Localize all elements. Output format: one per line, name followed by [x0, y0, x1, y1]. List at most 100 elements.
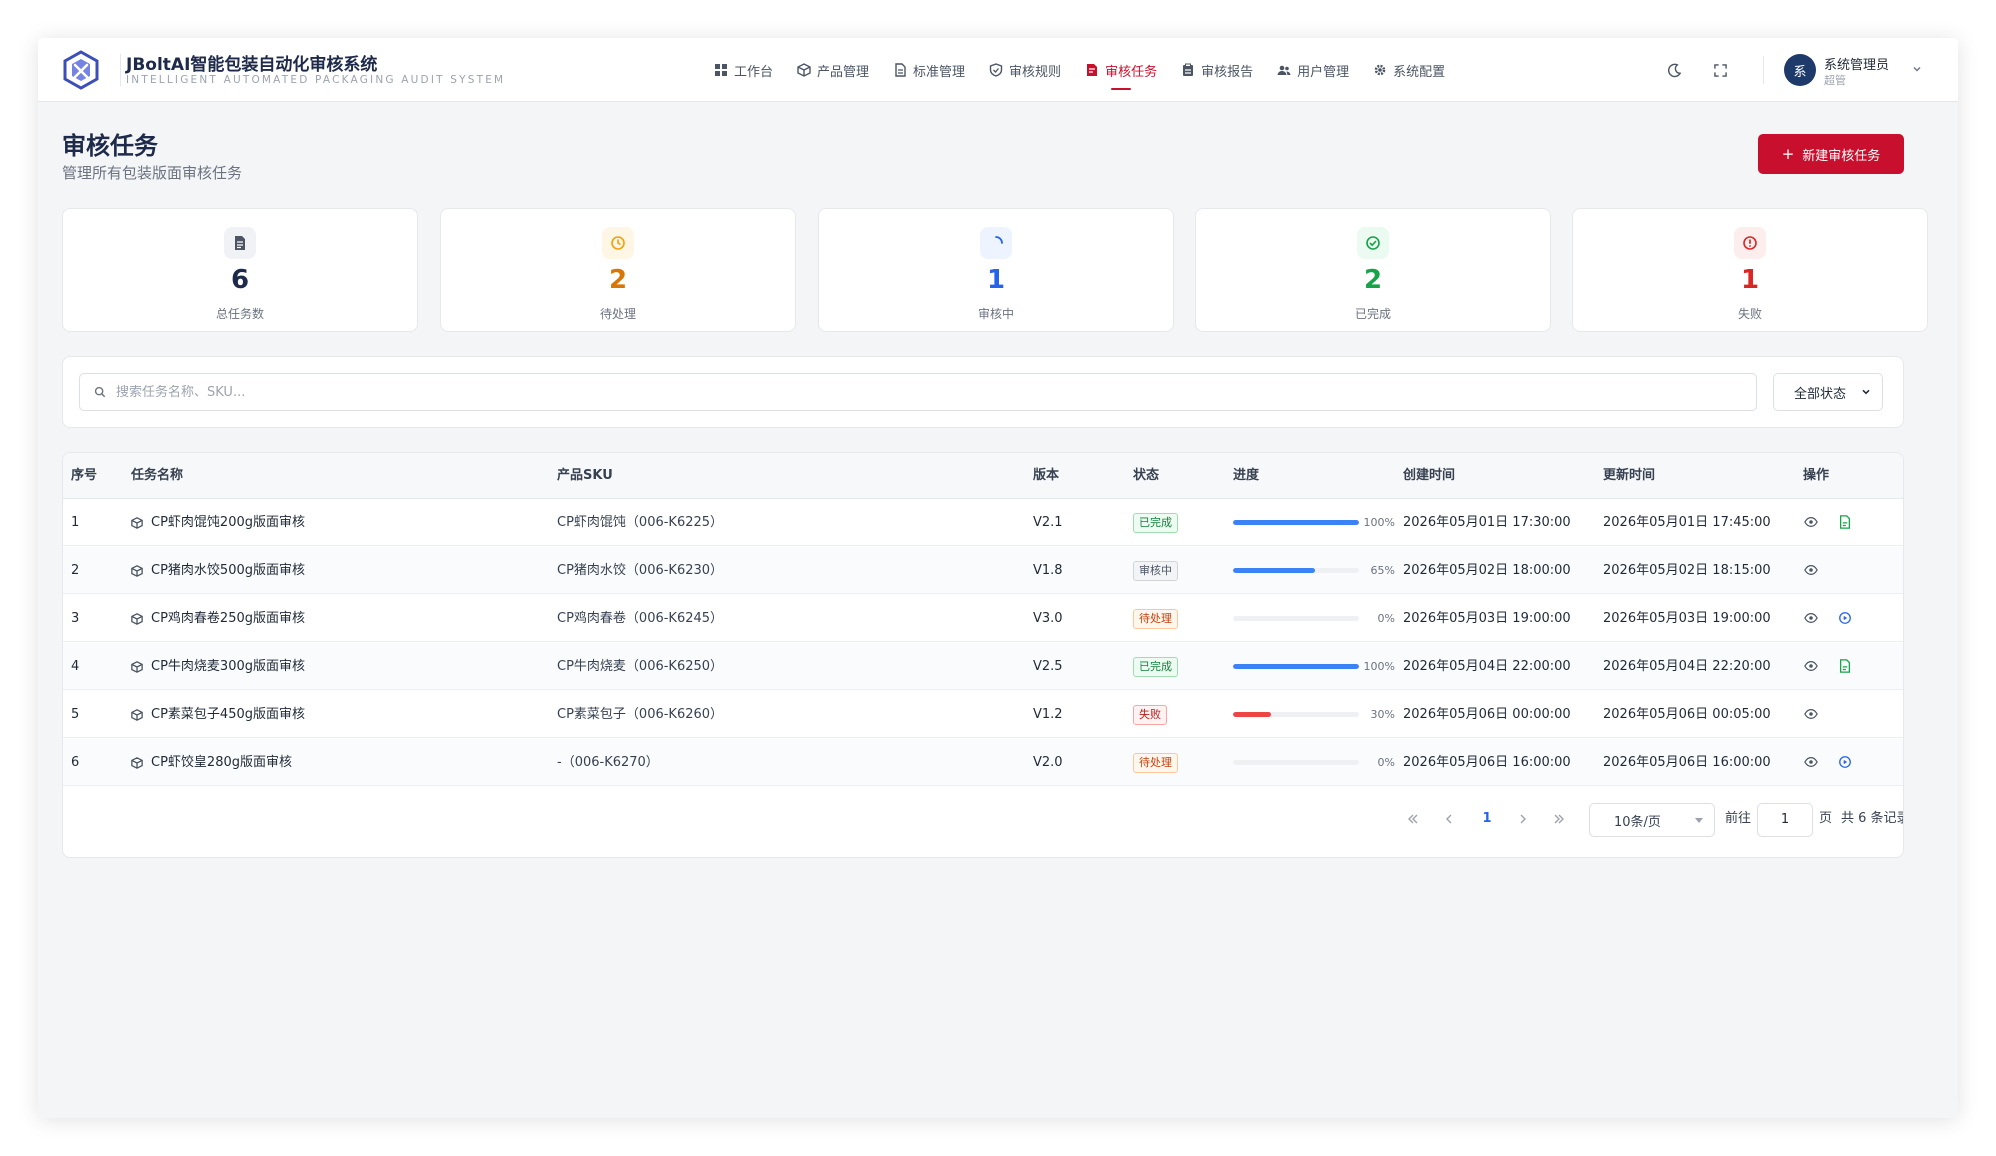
- total-records: 共 6 条记录: [1841, 811, 1904, 826]
- cell-index: 5: [71, 707, 80, 722]
- theme-toggle-button[interactable]: [1662, 58, 1686, 82]
- cell-updated-time: 2026年05月04日 22:20:00: [1603, 659, 1771, 674]
- main-nav: 工作台 产品管理 标准管理 审核规则 审核任务 审核报告 用户管理 系统配置: [702, 38, 1457, 102]
- task-name: CP虾饺皇280g版面审核: [151, 755, 292, 770]
- cell-index: 6: [71, 755, 80, 770]
- cell-task-name[interactable]: CP鸡肉春卷250g版面审核: [131, 595, 305, 642]
- view-button[interactable]: [1803, 754, 1819, 770]
- chevron-left-icon: [1446, 814, 1452, 824]
- search-box[interactable]: [79, 373, 1757, 411]
- document-icon: [895, 63, 906, 77]
- view-button[interactable]: [1803, 562, 1819, 578]
- table-row: 4 CP牛肉烧麦300g版面审核 CP牛肉烧麦（006-K6250） V2.5 已完成 1…: [63, 643, 1903, 690]
- prev-page-button[interactable]: [1437, 801, 1461, 837]
- status-filter-value: 全部状态: [1794, 386, 1847, 402]
- play-circle-icon: [1838, 755, 1852, 769]
- next-page-button[interactable]: [1511, 801, 1535, 837]
- progress-fill: [1233, 664, 1359, 669]
- task-name: CP鸡肉春卷250g版面审核: [151, 611, 305, 626]
- cell-task-name[interactable]: CP虾饺皇280g版面审核: [131, 739, 292, 786]
- cell-updated-time: 2026年05月03日 19:00:00: [1603, 611, 1771, 626]
- table-row: 3 CP鸡肉春卷250g版面审核 CP鸡肉春卷（006-K6245） V3.0 待处理 0…: [63, 595, 1903, 642]
- progress-fill: [1233, 712, 1271, 717]
- stat-label: 已完成: [1354, 307, 1391, 321]
- nav-products[interactable]: 产品管理: [785, 38, 881, 102]
- nav-rules[interactable]: 审核规则: [977, 38, 1073, 102]
- progress-text: 65%: [1370, 564, 1395, 577]
- view-button[interactable]: [1803, 610, 1819, 626]
- page-size-select[interactable]: 10条/页: [1589, 803, 1715, 837]
- eye-icon: [1804, 563, 1818, 577]
- cell-task-name[interactable]: CP牛肉烧麦300g版面审核: [131, 643, 305, 690]
- page-number[interactable]: 1: [1475, 801, 1499, 837]
- nav-reports[interactable]: 审核报告: [1169, 38, 1265, 102]
- cell-task-name[interactable]: CP猪肉水饺500g版面审核: [131, 547, 305, 594]
- view-button[interactable]: [1803, 706, 1819, 722]
- new-task-label: 新建审核任务: [1802, 148, 1881, 164]
- start-audit-button[interactable]: [1837, 754, 1853, 770]
- cell-progress: 100%: [1233, 499, 1395, 546]
- task-name: CP牛肉烧麦300g版面审核: [151, 659, 305, 674]
- nav-settings[interactable]: 系统配置: [1361, 38, 1457, 102]
- fullscreen-icon: [1713, 63, 1727, 77]
- search-input[interactable]: [116, 384, 1716, 400]
- chevron-down-icon[interactable]: [1910, 62, 1924, 76]
- user-name[interactable]: 系统管理员: [1824, 54, 1889, 73]
- box-icon: [131, 660, 143, 673]
- column-header: 产品SKU: [557, 468, 613, 483]
- table-row: 2 CP猪肉水饺500g版面审核 CP猪肉水饺（006-K6230） V1.8 审核中 6…: [63, 547, 1903, 594]
- nav-tasks[interactable]: 审核任务: [1073, 38, 1169, 102]
- last-page-button[interactable]: [1547, 801, 1571, 837]
- page-title: 审核任务: [62, 132, 158, 160]
- report-button[interactable]: [1837, 514, 1853, 530]
- view-button[interactable]: [1803, 658, 1819, 674]
- nav-users[interactable]: 用户管理: [1265, 38, 1361, 102]
- cell-index: 2: [71, 563, 80, 578]
- column-header: 任务名称: [131, 468, 184, 483]
- cell-updated-time: 2026年05月01日 17:45:00: [1603, 515, 1771, 530]
- table-row: 1 CP虾肉馄饨200g版面审核 CP虾肉馄饨（006-K6225） V2.1 已完成 1…: [63, 499, 1903, 546]
- stat-label: 总任务数: [215, 307, 264, 321]
- cell-status: 已完成: [1133, 499, 1178, 546]
- progress-fill: [1233, 568, 1315, 573]
- cell-created-time: 2026年05月06日 00:00:00: [1403, 707, 1571, 722]
- start-audit-button[interactable]: [1837, 610, 1853, 626]
- report-button[interactable]: [1837, 658, 1853, 674]
- eye-icon: [1804, 755, 1818, 769]
- view-button[interactable]: [1803, 514, 1819, 530]
- avatar[interactable]: 系: [1784, 54, 1816, 86]
- chevron-down-icon: [1862, 389, 1870, 395]
- column-header: 创建时间: [1403, 468, 1456, 483]
- fullscreen-button[interactable]: [1708, 58, 1732, 82]
- goto-page-input[interactable]: 1: [1757, 803, 1813, 837]
- nav-standards[interactable]: 标准管理: [881, 38, 977, 102]
- first-page-button[interactable]: [1401, 801, 1425, 837]
- nav-label: 审核任务: [1105, 64, 1158, 80]
- chevron-right-icon: [1520, 814, 1526, 824]
- box-icon: [131, 564, 143, 577]
- task-table: 序号 任务名称 产品SKU 版本 状态 进度 创建时间 更新时间 操作 1 CP虾…: [62, 452, 1904, 858]
- status-filter-select[interactable]: 全部状态: [1773, 373, 1883, 411]
- logo-icon: [63, 50, 99, 90]
- nav-label: 标准管理: [913, 64, 966, 80]
- progress-text: 30%: [1370, 708, 1395, 721]
- app-window: JBoltAI智能包装自动化审核系统 INTELLIGENT AUTOMATED…: [38, 38, 1958, 1118]
- status-badge: 审核中: [1133, 560, 1178, 581]
- progress-track: [1233, 760, 1359, 765]
- cell-task-name[interactable]: CP素菜包子450g版面审核: [131, 691, 305, 738]
- cell-sku: CP猪肉水饺（006-K6230）: [557, 563, 724, 578]
- progress-fill: [1233, 520, 1359, 525]
- stat-value: 1: [986, 265, 1006, 295]
- cell-sku: -（006-K6270）: [557, 755, 659, 770]
- goto-label: 前往: [1725, 811, 1752, 826]
- column-header: 版本: [1033, 468, 1060, 483]
- dashboard-icon: [715, 64, 727, 76]
- stat-value: 2: [608, 265, 628, 295]
- progress-text: 0%: [1377, 612, 1395, 625]
- cell-progress: 0%: [1233, 595, 1395, 642]
- column-header: 更新时间: [1603, 468, 1656, 483]
- cell-task-name[interactable]: CP虾肉馄饨200g版面审核: [131, 499, 305, 546]
- new-task-button[interactable]: + 新建审核任务: [1758, 134, 1904, 174]
- nav-dashboard[interactable]: 工作台: [702, 38, 785, 102]
- file-report-icon: [1838, 515, 1852, 529]
